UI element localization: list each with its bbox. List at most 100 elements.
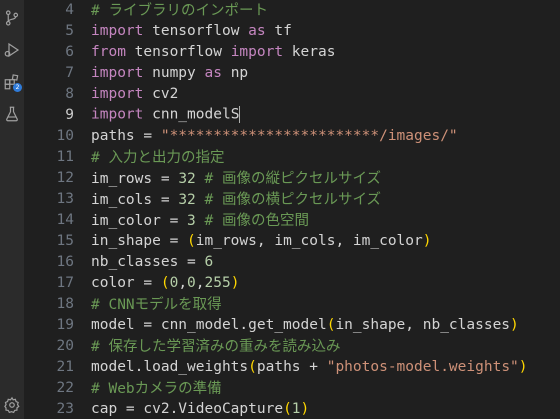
code-line[interactable]: 18 # CNNモデルを取得: [24, 293, 560, 314]
code-text[interactable]: paths = "************************/images…: [91, 128, 458, 144]
line-number: 17: [56, 274, 74, 291]
code-token: keras: [283, 43, 336, 60]
line-number: 11: [56, 148, 74, 165]
code-token: import: [91, 106, 144, 123]
code-token: (: [160, 274, 170, 291]
code-text[interactable]: import tensorflow as tf: [91, 23, 292, 39]
code-line[interactable]: 7 import numpy as np: [24, 62, 560, 83]
settings-gear-icon[interactable]: [2, 395, 22, 415]
code-text[interactable]: model.load_weights(paths + "photos-model…: [91, 359, 528, 375]
code-token: # 保存した学習済みの重みを読み込み: [91, 339, 341, 355]
activity-bar: 2: [0, 0, 24, 419]
code-token: nb_classes =: [91, 253, 205, 270]
code-token: "photos-model.weights": [326, 358, 519, 375]
code-editor[interactable]: 4 # ライブラリのインポート 5 import tensorflow as tf 6 f…: [24, 0, 560, 419]
code-line[interactable]: 17 color = (0,0,255): [24, 272, 560, 293]
code-text[interactable]: color = (0,0,255): [91, 275, 239, 291]
line-number: 12: [56, 169, 74, 186]
code-token: cap = cv2.VideoCapture: [91, 400, 284, 417]
code-token: im_color =: [91, 213, 188, 229]
code-token: as: [248, 22, 266, 39]
line-number: 14: [56, 211, 74, 228]
code-line[interactable]: 20 # 保存した学習済みの重みを読み込み: [24, 335, 560, 356]
code-text[interactable]: # 保存した学習済みの重みを読み込み: [91, 335, 340, 356]
code-token: # CNNモデルを取得: [91, 297, 222, 313]
code-line[interactable]: 8 import cv2: [24, 83, 560, 104]
line-number: 9: [65, 106, 74, 123]
code-token: numpy: [143, 64, 205, 81]
code-line[interactable]: 16 nb_classes = 6: [24, 251, 560, 272]
code-text[interactable]: im_rows = 32 # 画像の縦ピクセルサイズ: [91, 167, 381, 188]
code-token: cv2: [143, 85, 179, 102]
extensions-icon[interactable]: 2: [2, 72, 22, 92]
code-text[interactable]: model = cnn_model.get_model(in_shape, nb…: [91, 317, 519, 333]
code-line[interactable]: 9 import cnn_modelS: [24, 104, 560, 125]
code-token: cnn_modelS: [143, 106, 240, 123]
line-number: 4: [65, 1, 74, 18]
line-number: 23: [56, 400, 74, 417]
code-token: ): [422, 232, 432, 249]
code-token: in_shape, nb_classes: [335, 316, 511, 333]
code-token: # 画像の色空間: [204, 213, 309, 229]
code-line[interactable]: 5 import tensorflow as tf: [24, 20, 560, 41]
code-token: 32: [178, 171, 196, 187]
code-token: im_rows, im_cols, im_color: [195, 232, 423, 249]
vscode-window: 2 4 # ライブラリのインポート 5 import tensorflow as tf…: [0, 0, 560, 419]
code-text[interactable]: # Webカメラの準備: [91, 377, 222, 398]
code-text[interactable]: nb_classes = 6: [91, 254, 213, 270]
code-token: np: [221, 64, 249, 81]
run-debug-icon[interactable]: [2, 40, 22, 60]
line-number: 5: [65, 22, 74, 39]
code-line[interactable]: 23 cap = cv2.VideoCapture(1): [24, 398, 560, 419]
code-token: ): [510, 316, 519, 333]
code-line[interactable]: 15 in_shape = (im_rows, im_cols, im_color…: [24, 230, 560, 251]
code-line[interactable]: 6 from tensorflow import keras: [24, 41, 560, 62]
code-text[interactable]: import numpy as np: [91, 65, 248, 81]
code-text[interactable]: # ライブラリのインポート: [91, 0, 268, 20]
code-token: import: [91, 85, 144, 102]
source-control-icon[interactable]: [2, 8, 22, 28]
code-text[interactable]: im_color = 3 # 画像の色空間: [91, 209, 309, 230]
line-number: 16: [56, 253, 74, 270]
code-line[interactable]: 4 # ライブラリのインポート: [24, 0, 560, 20]
code-text[interactable]: import cnn_modelS: [91, 106, 241, 123]
line-number: 21: [56, 358, 74, 375]
code-text[interactable]: cap = cv2.VideoCapture(1): [91, 401, 309, 417]
code-token: ,: [178, 274, 188, 291]
line-number: 15: [56, 232, 74, 249]
line-number: 13: [56, 190, 74, 207]
code-text[interactable]: in_shape = (im_rows, im_cols, im_color): [91, 233, 431, 249]
code-line[interactable]: 11 # 入力と出力の指定: [24, 146, 560, 167]
code-token: in_shape =: [91, 232, 188, 249]
code-token: 6: [204, 253, 214, 270]
code-text[interactable]: from tensorflow import keras: [91, 44, 335, 60]
line-number: 19: [56, 316, 74, 333]
code-token: # 入力と出力の指定: [91, 150, 225, 166]
code-text[interactable]: im_cols = 32 # 画像の横ピクセルサイズ: [91, 188, 381, 209]
extensions-badge: 2: [13, 83, 22, 92]
code-text[interactable]: # CNNモデルを取得: [91, 293, 222, 314]
code-text[interactable]: import cv2: [91, 86, 178, 102]
code-token: from: [91, 43, 126, 60]
code-token: "************************/images/": [160, 127, 458, 144]
code-token: 0: [187, 274, 196, 291]
code-line[interactable]: 19 model = cnn_model.get_model(in_shape, …: [24, 314, 560, 335]
code-token: paths +: [256, 358, 327, 375]
code-token: ): [230, 274, 240, 291]
code-token: import: [91, 64, 144, 81]
code-token: model.load_weights: [91, 358, 249, 375]
code-text[interactable]: # 入力と出力の指定: [91, 146, 224, 167]
code-token: 0: [169, 274, 179, 291]
code-line[interactable]: 22 # Webカメラの準備: [24, 377, 560, 398]
code-line[interactable]: 10 paths = "************************/imag…: [24, 125, 560, 146]
code-token: import: [91, 22, 144, 39]
code-line[interactable]: 21 model.load_weights(paths + "photos-mod…: [24, 356, 560, 377]
code-token: # ライブラリのインポート: [91, 3, 268, 19]
code-token: import: [230, 43, 284, 60]
line-number: 10: [56, 127, 74, 144]
code-token: (: [248, 358, 257, 375]
testing-icon[interactable]: [2, 104, 22, 124]
code-line[interactable]: 14 im_color = 3 # 画像の色空間: [24, 209, 560, 230]
code-line[interactable]: 12 im_rows = 32 # 画像の縦ピクセルサイズ: [24, 167, 560, 188]
code-line[interactable]: 13 im_cols = 32 # 画像の横ピクセルサイズ: [24, 188, 560, 209]
